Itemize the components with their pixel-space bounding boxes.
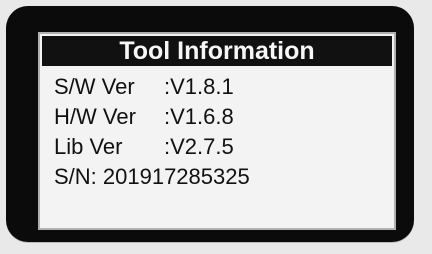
tool-info-list: S/W Ver :V1.8.1 H/W Ver :V1.6.8 Lib Ver :V2… [54,72,250,192]
lib-version-row: Lib Ver :V2.7.5 [54,132,250,162]
lcd-screen: Tool Information S/W Ver :V1.8.1 H/W Ver:… [38,32,396,230]
serial-number-row: S/N: 201917285325 [54,162,250,192]
sw-version-label: S/W Ver [54,74,135,99]
serial-number-text: S/N: 201917285325 [54,164,250,189]
hw-version-value: :V1.6.8 [164,104,234,129]
sw-version-row: S/W Ver :V1.8.1 [54,72,250,102]
lib-version-value: :V2.7.5 [164,134,234,159]
screen-title: Tool Information [42,36,392,66]
hw-version-label: H/W Ver [54,104,136,129]
sw-version-value: :V1.8.1 [164,74,234,99]
lib-version-label: Lib Ver [54,134,123,159]
hw-version-row: H/W Ver :V1.6.8 [54,102,250,132]
device-bezel: Tool Information S/W Ver :V1.8.1 H/W Ver:… [6,6,414,242]
